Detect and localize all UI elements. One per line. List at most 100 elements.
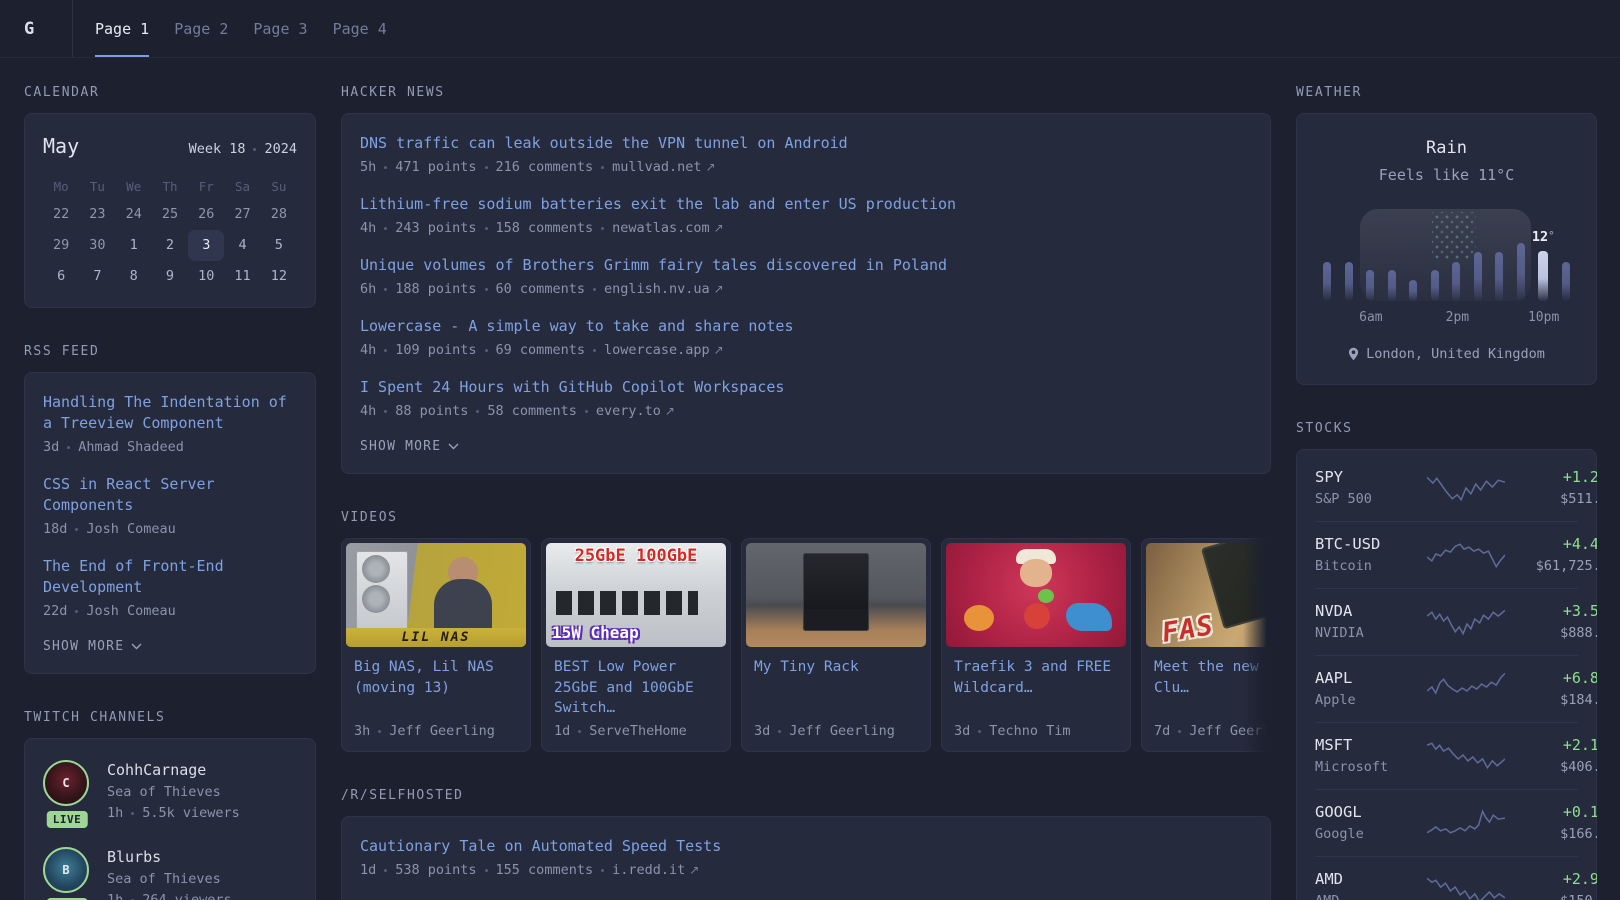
video-thumbnail[interactable] — [746, 543, 926, 647]
dot-separator — [75, 610, 78, 613]
twitch-channel-cohhcarnage[interactable]: C LIVE CohhCarnage Sea of Thieves 1h 5.5… — [43, 760, 297, 821]
dot-separator — [778, 730, 781, 733]
reddit-header: /R/SELFHOSTED — [341, 788, 1271, 803]
stock-row-msft[interactable]: MSFT Microsoft +2.16% $406.43 — [1315, 722, 1578, 789]
temp-bar — [1452, 262, 1460, 301]
reddit-widget: /R/SELFHOSTED Cautionary Tale on Automat… — [341, 788, 1271, 900]
video-age: 1d — [554, 723, 570, 739]
video-thumbnail[interactable]: 25GbE 100GbE 15W Cheap — [546, 543, 726, 647]
video-card[interactable]: LIL NAS Big NAS, Lil NAS (moving 13) 3h … — [341, 538, 531, 752]
tab-page-3[interactable]: Page 3 — [253, 0, 307, 57]
video-channel-link[interactable]: Techno Tim — [989, 723, 1070, 739]
item-points: 88 points — [395, 403, 468, 419]
item-comments-link[interactable]: 69 comments — [496, 342, 585, 358]
temp-bar — [1431, 270, 1439, 301]
video-card[interactable]: Traefik 3 and FREE Wildcard… 3d Techno T… — [941, 538, 1131, 752]
item-domain-link[interactable]: lowercase.app — [604, 342, 724, 358]
item-comments-link[interactable]: 216 comments — [496, 159, 594, 175]
temp-bar — [1517, 243, 1525, 301]
rss-item-author: Josh Comeau — [86, 603, 175, 619]
weather-hourly-chart: 12° — [1321, 211, 1572, 301]
tab-page-4[interactable]: Page 4 — [333, 0, 387, 57]
calendar-year: 2024 — [264, 141, 297, 157]
dot-separator — [485, 288, 488, 291]
calendar-day: 29 — [43, 230, 79, 261]
news-item-link[interactable]: I Spent 24 Hours with GitHub Copilot Wor… — [360, 377, 1252, 398]
stock-row-nvda[interactable]: NVDA NVIDIA +3.52% $888.40 — [1315, 588, 1578, 655]
tab-page-1[interactable]: Page 1 — [95, 0, 149, 57]
item-domain-link[interactable]: english.nv.ua — [604, 281, 724, 297]
item-age: 4h — [360, 220, 376, 236]
channel-game: Sea of Thieves — [107, 784, 240, 800]
video-thumbnail[interactable] — [946, 543, 1126, 647]
item-points: 538 points — [395, 862, 476, 878]
reddit-item-link[interactable]: Cautionary Tale on Automated Speed Tests — [360, 836, 1252, 857]
stock-price: $888.40 — [1505, 625, 1597, 641]
hacker-news-show-more-button[interactable]: SHOW MORE — [360, 439, 1252, 454]
stock-row-amd[interactable]: AMD AMD +2.94% $150.45 — [1315, 856, 1578, 900]
video-card[interactable]: My Tiny Rack 3d Jeff Geerling — [741, 538, 931, 752]
video-meta: 1d ServeTheHome — [554, 723, 718, 739]
rss-item-link[interactable]: CSS in React Server Components — [43, 474, 297, 516]
rss-item: CSS in React Server Components 18d Josh … — [43, 474, 297, 537]
calendar-day: 30 — [79, 230, 115, 261]
video-title-link[interactable]: Traefik 3 and FREE Wildcard… — [954, 657, 1118, 719]
video-channel-link[interactable]: ServeTheHome — [589, 723, 687, 739]
item-comments-link[interactable]: 58 comments — [487, 403, 576, 419]
item-comments-link[interactable]: 155 comments — [496, 862, 594, 878]
video-title-link[interactable]: My Tiny Rack — [754, 657, 918, 719]
news-item-link[interactable]: Lowercase - A simple way to take and sha… — [360, 316, 1252, 337]
item-comments-link[interactable]: 158 comments — [496, 220, 594, 236]
thumbnail-art — [1020, 559, 1052, 587]
hacker-news-widget: HACKER NEWS DNS traffic can leak outside… — [341, 85, 1271, 474]
stock-row-spy[interactable]: SPY S&P 500 +1.29% $511.57 — [1315, 455, 1578, 521]
video-channel-link[interactable]: Jeff Geerling — [789, 723, 895, 739]
item-comments-link[interactable]: 60 comments — [496, 281, 585, 297]
dot-separator — [384, 869, 387, 872]
rss-show-more-button[interactable]: SHOW MORE — [43, 639, 297, 654]
item-domain-link[interactable]: newatlas.com — [612, 220, 724, 236]
stock-ticker: SPY — [1315, 468, 1427, 486]
location-text: London, United Kingdom — [1366, 346, 1545, 362]
video-meta: 3h Jeff Geerling — [354, 723, 518, 739]
viewer-count: 5.5k viewers — [142, 805, 240, 821]
news-item-link[interactable]: Unique volumes of Brothers Grimm fairy t… — [360, 255, 1252, 276]
stocks-widget: STOCKS SPY S&P 500 +1.29% $511.57 — [1296, 421, 1597, 900]
news-item-meta: 4h 243 points 158 comments newatlas.com — [360, 220, 1252, 236]
stock-company: S&P 500 — [1315, 491, 1427, 507]
stock-row-btc-usd[interactable]: BTC-USD Bitcoin +4.40% $61,725.48 — [1315, 521, 1578, 588]
video-title-link[interactable]: Big NAS, Lil NAS (moving 13) — [354, 657, 518, 719]
rss-item-link[interactable]: The End of Front-End Development — [43, 556, 297, 598]
show-more-label: SHOW MORE — [360, 439, 441, 454]
thumbnail-art — [803, 553, 869, 631]
news-item-link[interactable]: DNS traffic can leak outside the VPN tun… — [360, 133, 1252, 154]
video-thumbnail[interactable]: LIL NAS — [346, 543, 526, 647]
calendar-day: 6 — [43, 261, 79, 292]
stock-price: $511.57 — [1505, 491, 1597, 507]
item-domain-link[interactable]: i.redd.it — [612, 862, 699, 878]
stock-price: $150.45 — [1505, 893, 1597, 900]
video-channel-link[interactable]: Jeff Geerling — [389, 723, 495, 739]
stock-change: +1.29% — [1505, 468, 1597, 486]
calendar-month: May — [43, 134, 79, 158]
item-domain-link[interactable]: every.to — [596, 403, 675, 419]
calendar-day: 10 — [188, 261, 224, 292]
stock-row-aapl[interactable]: AAPL Apple +6.87% $184.91 — [1315, 655, 1578, 722]
item-domain-link[interactable]: mullvad.net — [612, 159, 715, 175]
video-age: 7d — [1154, 723, 1170, 739]
news-item: I Spent 24 Hours with GitHub Copilot Wor… — [360, 377, 1252, 419]
news-item-link[interactable]: Lithium-free sodium batteries exit the l… — [360, 194, 1252, 215]
hacker-news-card: DNS traffic can leak outside the VPN tun… — [341, 113, 1271, 474]
weather-condition: Rain — [1317, 138, 1576, 158]
calendar-day: 25 — [152, 199, 188, 230]
stocks-header: STOCKS — [1296, 421, 1597, 436]
tab-page-2[interactable]: Page 2 — [174, 0, 228, 57]
video-title-link[interactable]: BEST Low Power 25GbE and 100GbE Switch… — [554, 657, 718, 719]
app-logo[interactable]: G — [24, 0, 72, 57]
stock-row-googl[interactable]: GOOGL Google +0.10% $166.78 — [1315, 789, 1578, 856]
rss-item-link[interactable]: Handling The Indentation of a Treeview C… — [43, 392, 297, 434]
thumbnail-art — [1038, 589, 1054, 603]
thumbnail-caption: LIL NAS — [346, 628, 526, 647]
twitch-channel-blurbs[interactable]: B LIVE Blurbs Sea of Thieves 1h 264 view… — [43, 847, 297, 900]
video-card[interactable]: 25GbE 100GbE 15W Cheap BEST Low Power 25… — [541, 538, 731, 752]
